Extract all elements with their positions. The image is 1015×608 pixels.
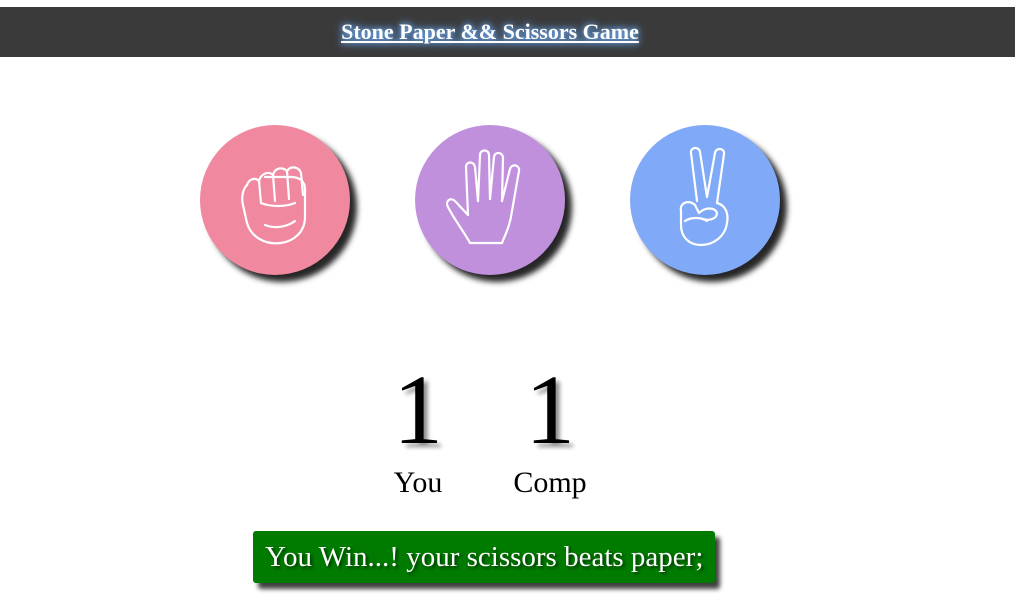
comp-score-label: Comp [513,466,587,499]
user-score: 1 [393,354,443,465]
user-score-label: You [393,466,443,499]
scissors-choice-button[interactable] [630,125,780,275]
header-bar: Stone Paper && Scissors Game [0,7,1015,57]
stone-choice-button[interactable] [200,125,350,275]
comp-score: 1 [525,354,575,465]
peace-hand-icon [679,146,729,247]
result-message: You Win...! your scissors beats paper; [253,531,716,583]
page-title: Stone Paper && Scissors Game [341,19,639,44]
open-hand-icon [446,149,521,245]
paper-choice-button[interactable] [415,125,565,275]
fist-icon [241,166,307,245]
